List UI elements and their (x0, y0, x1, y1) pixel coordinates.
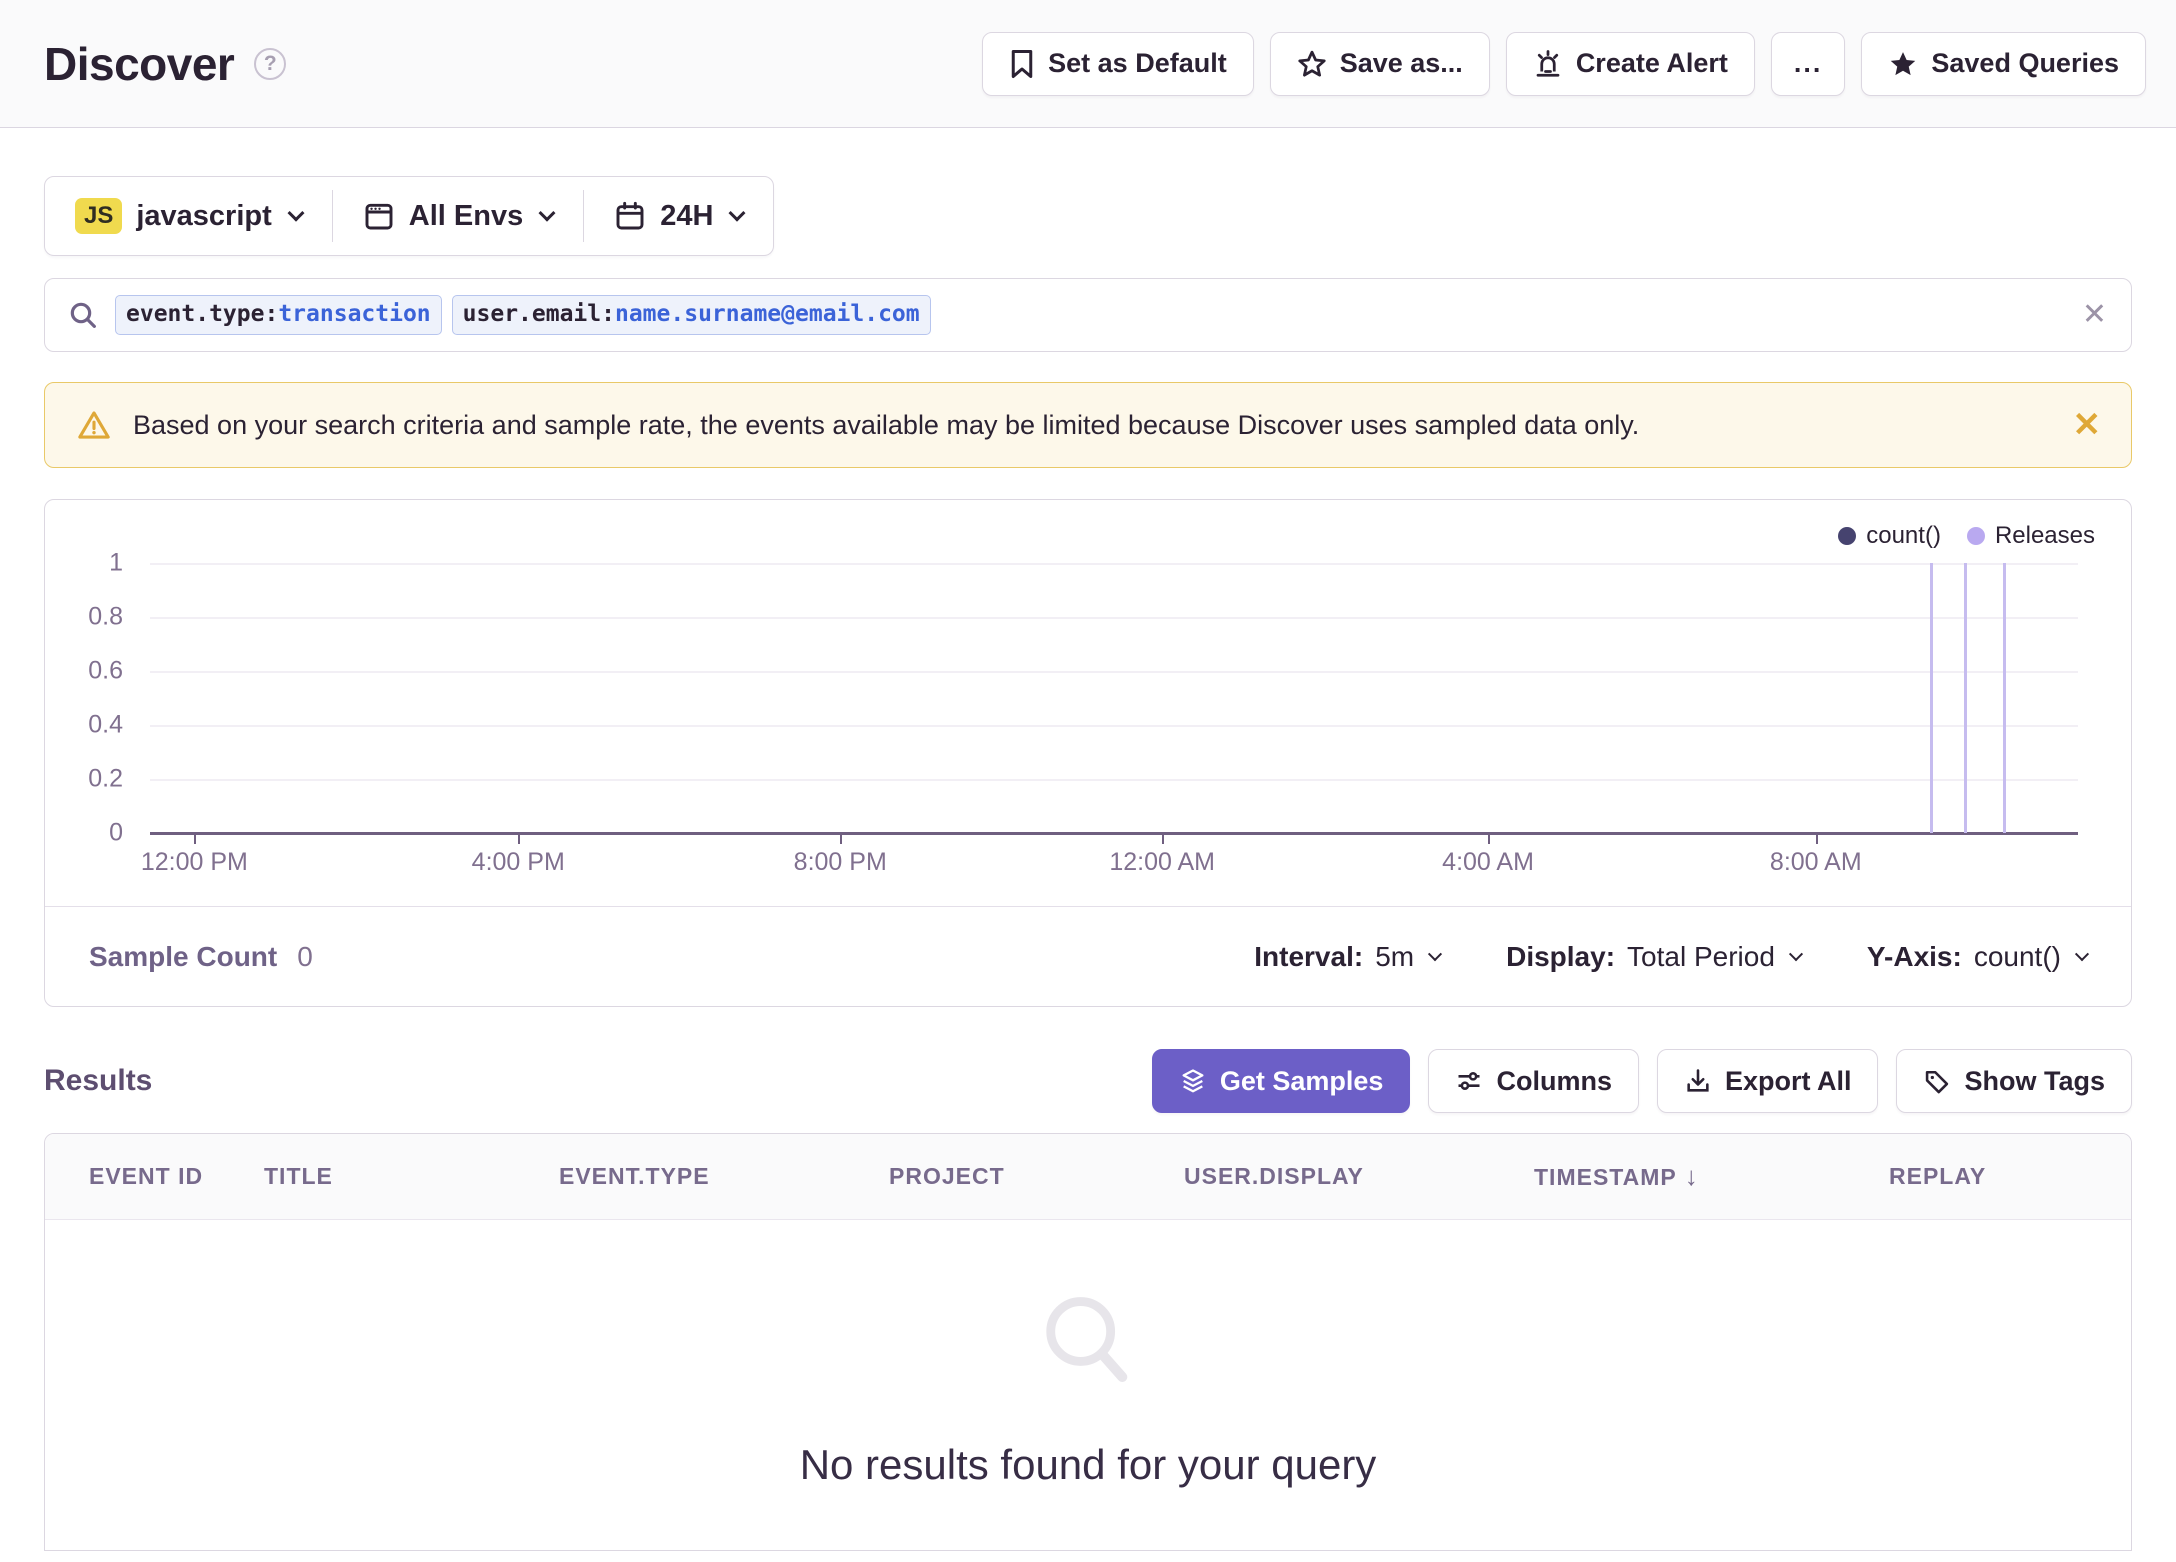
sample-count-value: 0 (297, 940, 313, 972)
warning-message: Based on your search criteria and sample… (133, 409, 1640, 440)
dismiss-banner-icon[interactable]: ✕ (2073, 408, 2102, 442)
results-heading: Results (44, 1064, 153, 1097)
empty-results-message: No results found for your query (799, 1440, 1377, 1488)
search-icon (70, 302, 96, 328)
sliders-icon (1458, 1072, 1480, 1090)
search-token-event-type[interactable]: event.type: transaction (115, 295, 442, 335)
results-actions: Get Samples Columns Export All Show Tags (1151, 1049, 2132, 1113)
get-samples-button[interactable]: Get Samples (1151, 1049, 1411, 1113)
chart-x-axis-labels: 12:00 PM 4:00 PM 8:00 PM 12:00 AM 4:00 A… (140, 848, 1862, 876)
chevron-down-icon (728, 204, 746, 222)
chart-y-axis-labels: 1 0.8 0.6 0.4 0.2 0 (88, 548, 123, 847)
release-marker-line (1964, 563, 1968, 833)
layers-icon (1182, 1069, 1204, 1093)
star-outline-icon (1298, 50, 1326, 76)
page-filter-bar: JS javascript All Envs 24H (44, 176, 775, 256)
chart-legend: count() Releases (1838, 522, 2095, 550)
calendar-icon (616, 201, 644, 230)
environment-filter[interactable]: All Envs (333, 177, 583, 255)
x-axis-line (150, 832, 2078, 835)
events-chart-card: count() Releases 1 0.8 0.6 0.4 0.2 0 12:… (44, 499, 2132, 1007)
chart-plot[interactable] (150, 563, 2078, 844)
column-header-user-display[interactable]: USER.DISPLAY (1184, 1163, 1534, 1190)
column-header-project[interactable]: PROJECT (889, 1163, 1184, 1190)
sample-count-label: Sample Count (89, 940, 278, 972)
empty-search-icon (1045, 1296, 1127, 1382)
time-range-filter[interactable]: 24H (584, 177, 773, 255)
sampled-data-warning-banner: Based on your search criteria and sample… (44, 382, 2132, 468)
legend-item-releases[interactable]: Releases (1966, 522, 2095, 550)
environment-filter-label: All Envs (408, 199, 524, 232)
bookmark-icon (1011, 49, 1033, 78)
alert-siren-icon (1536, 49, 1560, 77)
column-header-timestamp[interactable]: TIMESTAMP ↓ (1534, 1161, 1889, 1192)
results-table: EVENT ID TITLE EVENT.TYPE PROJECT USER.D… (44, 1133, 2132, 1551)
project-filter-label: javascript (136, 199, 272, 232)
time-range-filter-label: 24H (660, 199, 714, 232)
more-options-button[interactable]: ... (1770, 31, 1846, 96)
chevron-down-icon (2074, 946, 2090, 961)
warning-triangle-icon (78, 411, 110, 439)
column-header-event-type[interactable]: EVENT.TYPE (559, 1163, 889, 1190)
column-header-event-id[interactable]: EVENT ID (89, 1163, 264, 1190)
release-marker-line (2002, 563, 2006, 833)
search-token-user-email[interactable]: user.email: name.surname@email.com (451, 295, 931, 335)
results-table-header: EVENT ID TITLE EVENT.TYPE PROJECT USER.D… (45, 1134, 2131, 1220)
y-axis-dropdown[interactable]: Y-Axis: count() (1867, 941, 2090, 973)
set-as-default-button[interactable]: Set as Default (982, 31, 1254, 96)
header-actions: Set as Default Save as... Create Alert .… (982, 31, 2146, 96)
search-query-input[interactable]: event.type: transaction user.email: name.s… (44, 278, 2132, 352)
search-token-list: event.type: transaction user.email: name.s… (115, 295, 2082, 335)
ellipsis-icon: ... (1793, 48, 1823, 78)
javascript-platform-icon: JS (75, 198, 123, 234)
saved-queries-button[interactable]: Saved Queries (1861, 31, 2146, 96)
export-all-button[interactable]: Export All (1656, 1049, 1879, 1113)
chevron-down-icon (287, 204, 305, 222)
download-icon (1687, 1069, 1709, 1092)
column-header-replay[interactable]: REPLAY (1889, 1163, 2131, 1190)
column-header-title[interactable]: TITLE (264, 1163, 559, 1190)
results-table-empty-state: No results found for your query (45, 1220, 2131, 1550)
interval-dropdown[interactable]: Interval: 5m (1254, 941, 1443, 973)
show-tags-button[interactable]: Show Tags (1896, 1049, 2132, 1113)
star-filled-icon (1891, 51, 1916, 75)
chart-footer: Sample Count 0 Interval: 5m Display: Tot… (45, 906, 2131, 1006)
chevron-down-icon (1788, 946, 1803, 961)
legend-item-count[interactable]: count() (1838, 522, 1941, 550)
save-as-button[interactable]: Save as... (1269, 31, 1490, 96)
sort-desc-icon: ↓ (1684, 1161, 1699, 1191)
create-alert-button[interactable]: Create Alert (1505, 31, 1755, 96)
legend-dot-count (1838, 527, 1857, 545)
chevron-down-icon (538, 204, 556, 222)
project-filter[interactable]: JS javascript (45, 177, 332, 255)
help-icon[interactable]: ? (254, 47, 287, 80)
page-header: Discover ? Set as Default Save as... Cre… (0, 0, 2176, 128)
legend-dot-releases (1966, 527, 1985, 545)
tag-icon (1926, 1070, 1949, 1094)
clear-search-icon[interactable]: ✕ (2082, 300, 2107, 330)
page-title: Discover (44, 37, 235, 90)
display-dropdown[interactable]: Display: Total Period (1506, 941, 1803, 973)
results-header-row: Results Get Samples Columns Export All S… (44, 1049, 2132, 1113)
window-icon (365, 203, 393, 230)
release-marker-line (1929, 563, 1933, 833)
chevron-down-icon (1428, 946, 1443, 961)
columns-button[interactable]: Columns (1428, 1049, 1639, 1113)
